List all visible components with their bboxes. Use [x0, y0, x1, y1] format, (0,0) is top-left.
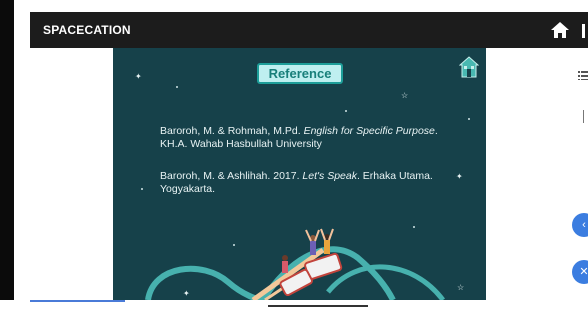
star-decoration: ✦	[135, 72, 142, 81]
sparkle-dot	[468, 118, 470, 120]
house-icon[interactable]	[459, 56, 479, 78]
sparkle-dot	[141, 188, 143, 190]
reference-book-title: English for Specific Purpose	[303, 125, 435, 137]
progress-indicator	[30, 300, 125, 302]
chevron-left-icon: ‹	[582, 219, 586, 231]
reference-entry: Baroroh, M. & Ashlihah. 2017. Let's Spea…	[160, 170, 460, 196]
sparkle-dot	[345, 110, 347, 112]
left-edge-bar	[0, 0, 14, 311]
home-gesture-bar[interactable]	[268, 305, 368, 307]
menu-icon[interactable]	[578, 70, 588, 80]
home-icon[interactable]	[550, 20, 570, 40]
overflow-menu-icon[interactable]	[582, 24, 588, 38]
reference-slide: ✦ ☆ ✦ ✦ ☆ Reference Baroroh, M. & Rohmah…	[113, 48, 486, 300]
reference-authors: Baroroh, M. & Ashlihah. 2017.	[160, 170, 303, 182]
previous-button[interactable]: ‹	[572, 213, 588, 237]
reference-heading-button[interactable]: Reference	[257, 63, 343, 84]
reference-authors: Baroroh, M. & Rohmah, M.Pd.	[160, 125, 304, 137]
close-button[interactable]: ✕	[572, 260, 588, 284]
sparkle-dot	[176, 86, 178, 88]
roller-coaster-illustration	[145, 228, 445, 300]
star-decoration: ☆	[401, 91, 409, 100]
close-icon: ✕	[579, 266, 588, 278]
text-cursor	[583, 110, 584, 123]
side-panel: ‹ ✕	[486, 48, 588, 300]
reference-entry: Baroroh, M. & Rohmah, M.Pd. English for …	[160, 125, 460, 151]
reference-book-title: Let's Speak	[302, 170, 357, 182]
app-title: SPACECATION	[43, 23, 131, 37]
app-header: SPACECATION	[30, 12, 588, 48]
